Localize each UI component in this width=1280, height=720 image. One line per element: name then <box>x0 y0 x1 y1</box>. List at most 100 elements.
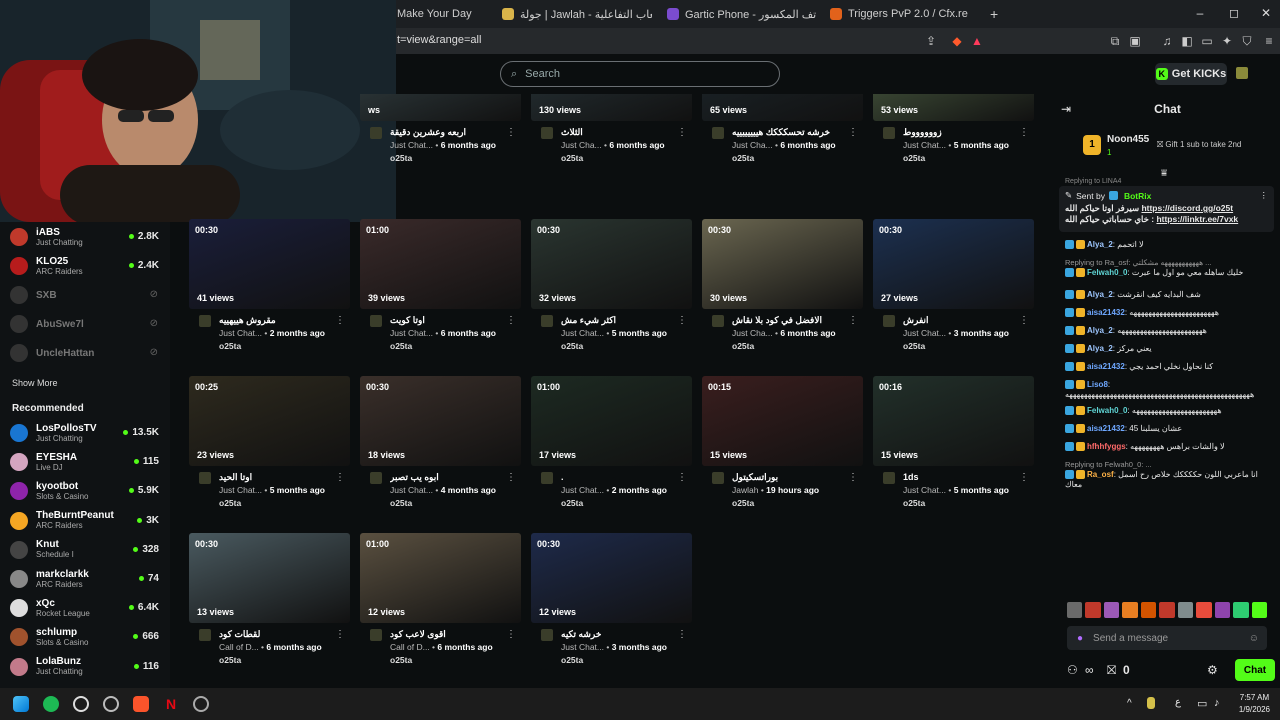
clip-card[interactable]: 01:00 39 views اوتا كويت ⋮ Just Chat... • 6 … <box>360 219 521 359</box>
recommended-channel[interactable]: kyootbot Slots & Casino 5.9K <box>10 478 162 504</box>
clip-thumbnail[interactable]: 130 views <box>531 94 692 121</box>
clip-more-icon[interactable]: ⋮ <box>506 472 516 483</box>
emote-icon[interactable] <box>1140 602 1157 618</box>
tab-gartic-phone[interactable]: Gartic Phone - لعبة الهواتف المكسور <box>667 4 817 24</box>
clip-more-icon[interactable]: ⋮ <box>677 127 687 138</box>
gift-icon[interactable]: ⛝ <box>1107 663 1116 678</box>
close-window-button[interactable]: ✕ <box>1259 6 1273 20</box>
clip-thumbnail[interactable]: 00:30 30 views <box>702 219 863 309</box>
show-more-button[interactable]: Show More <box>12 378 58 388</box>
clip-title[interactable]: اقوى لاعب كود <box>390 629 502 640</box>
clip-category[interactable]: Just Chat... <box>390 140 433 150</box>
users-icon[interactable]: ⚇ <box>1067 663 1078 677</box>
recommended-channel[interactable]: Knut Schedule I 328 <box>10 537 162 563</box>
clip-channel[interactable]: o25ta <box>732 498 754 508</box>
clip-more-icon[interactable]: ⋮ <box>848 127 858 138</box>
clip-card[interactable]: 00:16 15 views 1ds ⋮ Just Chat... • 5 months… <box>873 376 1034 516</box>
clip-category[interactable]: Call of D... <box>390 642 430 652</box>
sidebar-channel[interactable]: AbuSwe7l ⊘ <box>10 311 162 337</box>
clip-channel[interactable]: o25ta <box>561 498 583 508</box>
chat-username[interactable]: Liso8 <box>1087 380 1108 389</box>
tab-triggers-pvp[interactable]: Triggers PvP 2.0 / Cfx.re <box>830 4 980 24</box>
clip-title[interactable]: زووووووط <box>903 127 1015 138</box>
recommended-channel[interactable]: schlump Slots & Casino 666 <box>10 624 162 650</box>
clip-more-icon[interactable]: ⋮ <box>506 629 516 640</box>
network-icon[interactable]: ▭ <box>1197 697 1207 710</box>
clip-card[interactable]: 00:30 18 views ابوه يب تصبر ⋮ Just Chat... •… <box>360 376 521 516</box>
obs-icon[interactable] <box>73 696 89 712</box>
user-avatar[interactable] <box>1236 67 1248 79</box>
clip-card[interactable]: ws اربعه وعشرين دقيقة ⋮ Just Chat... • 6 mo… <box>360 94 521 171</box>
get-kicks-button[interactable]: K Get KICKs <box>1155 63 1227 85</box>
chat-username[interactable]: hfhhfyggs <box>1087 442 1126 451</box>
clip-channel[interactable]: o25ta <box>219 498 241 508</box>
clip-category[interactable]: Just Chat... <box>561 642 604 652</box>
clip-channel[interactable]: o25ta <box>903 341 925 351</box>
clip-card[interactable]: 00:30 30 views الافضل في كود بلا نقاش ⋮ Just… <box>702 219 863 359</box>
clip-title[interactable]: الثلاث <box>561 127 673 138</box>
settings-gear-icon[interactable]: ⚙ <box>1207 663 1218 677</box>
clip-channel[interactable]: o25ta <box>903 153 925 163</box>
clip-channel[interactable]: o25ta <box>390 655 412 665</box>
clip-channel[interactable]: o25ta <box>903 498 925 508</box>
clip-category[interactable]: Just Chat... <box>219 485 262 495</box>
linktree-link[interactable]: https://linktr.ee/7vxk <box>1156 214 1238 224</box>
clip-channel[interactable]: o25ta <box>732 153 754 163</box>
clip-thumbnail[interactable]: 01:00 12 views <box>360 533 521 623</box>
clip-title[interactable]: اوتا الحيد <box>219 472 331 483</box>
wallet-icon[interactable]: ▭ <box>1200 34 1214 48</box>
clip-more-icon[interactable]: ⋮ <box>848 472 858 483</box>
clip-thumbnail[interactable]: 01:00 17 views <box>531 376 692 466</box>
clip-category[interactable]: Just Chat... <box>903 140 946 150</box>
clip-channel[interactable]: o25ta <box>390 498 412 508</box>
clip-thumbnail[interactable]: 00:25 23 views <box>189 376 350 466</box>
clip-category[interactable]: Just Chat... <box>390 485 433 495</box>
clip-channel[interactable]: o25ta <box>561 655 583 665</box>
clip-category[interactable]: Just Chat... <box>219 328 262 338</box>
clip-title[interactable]: 1ds <box>903 472 1015 482</box>
brave-browser-icon[interactable] <box>133 696 149 712</box>
clip-title[interactable]: اوتا كويت <box>390 315 502 326</box>
chat-username[interactable]: aisa21432 <box>1087 362 1125 371</box>
discord-link[interactable]: https://discord.gg/o25t <box>1141 203 1233 213</box>
clip-title[interactable]: . <box>561 472 673 482</box>
sidebar-channel[interactable]: iABS Just Chatting 2.8K <box>10 224 162 250</box>
clip-channel[interactable]: o25ta <box>219 341 241 351</box>
vpn-icon[interactable]: ⛉ <box>1240 34 1254 48</box>
music-icon[interactable]: ♫ <box>1160 34 1174 48</box>
sidebar-channel[interactable]: KLO25 ARC Raiders 2.4K <box>10 253 162 279</box>
volume-icon[interactable]: ♪ <box>1214 697 1220 709</box>
maximize-button[interactable]: ◻ <box>1227 6 1241 20</box>
clip-more-icon[interactable]: ⋮ <box>335 315 345 326</box>
clip-card[interactable]: 00:15 15 views بوراتسكيتول ⋮ Jawlah • 19 hou… <box>702 376 863 516</box>
clip-thumbnail[interactable]: 00:15 15 views <box>702 376 863 466</box>
clip-category[interactable]: Just Chat... <box>561 328 604 338</box>
emote-icon[interactable] <box>1085 602 1101 618</box>
clip-channel[interactable]: o25ta <box>561 341 583 351</box>
share-icon[interactable]: ⇪ <box>924 34 938 48</box>
clip-title[interactable]: اربعه وعشرين دقيقة <box>390 127 502 138</box>
reply-context[interactable]: Replying to Felwah0_0: ... <box>1065 460 1275 470</box>
url-field[interactable]: t=view&range=all <box>397 34 481 46</box>
clip-thumbnail[interactable]: 00:30 18 views <box>360 376 521 466</box>
clip-more-icon[interactable]: ⋮ <box>506 315 516 326</box>
clip-more-icon[interactable]: ⋮ <box>1019 472 1029 483</box>
clip-card[interactable]: 00:25 23 views اوتا الحيد ⋮ Just Chat... • 5… <box>189 376 350 516</box>
clip-thumbnail[interactable]: 00:16 15 views <box>873 376 1034 466</box>
clip-more-icon[interactable]: ⋮ <box>677 629 687 640</box>
emote-icon[interactable] <box>1122 602 1138 618</box>
new-tab-button[interactable]: + <box>990 4 1004 24</box>
clip-thumbnail[interactable]: 00:30 41 views <box>189 219 350 309</box>
clip-category[interactable]: Just Cha... <box>732 328 773 338</box>
clip-category[interactable]: Call of D... <box>219 642 259 652</box>
clip-title[interactable]: مقروش هييهييه <box>219 315 331 326</box>
clip-more-icon[interactable]: ⋮ <box>506 127 516 138</box>
emoji-icon[interactable]: ☺ <box>1249 633 1259 644</box>
gifter-name[interactable]: Noon455 <box>1107 134 1149 145</box>
emote-icon[interactable] <box>1233 602 1249 618</box>
netflix-icon[interactable]: N <box>163 696 179 712</box>
spotify-icon[interactable] <box>43 696 59 712</box>
clip-channel[interactable]: o25ta <box>219 655 241 665</box>
microphone-tray-icon[interactable] <box>1147 697 1155 709</box>
clip-thumbnail[interactable]: 01:00 39 views <box>360 219 521 309</box>
